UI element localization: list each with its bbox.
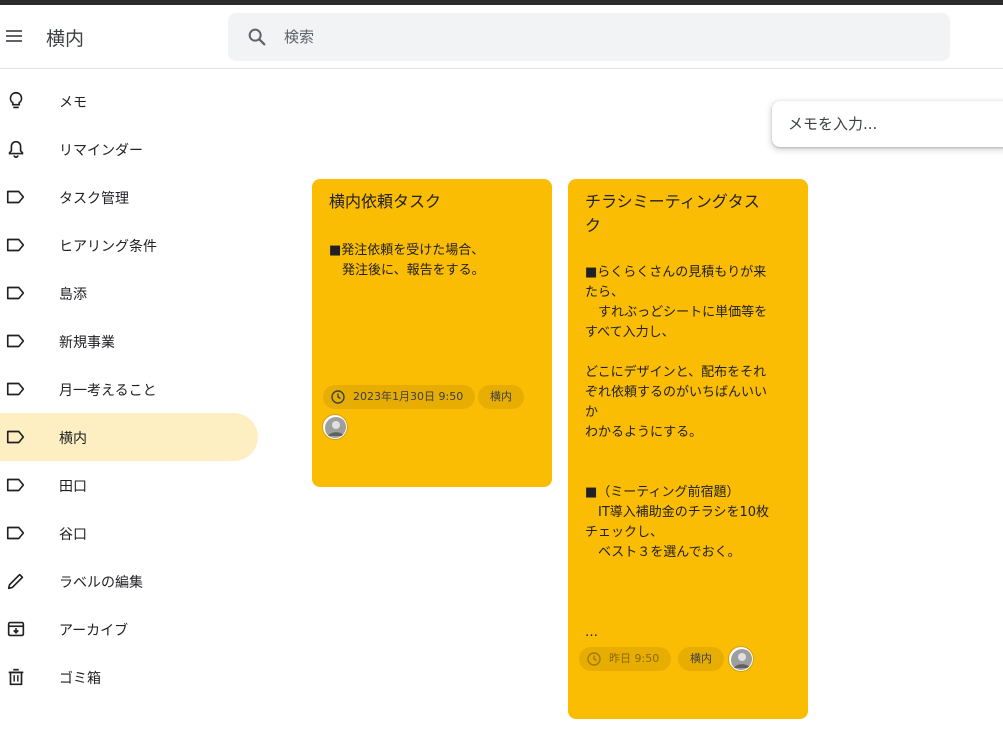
menu-icon-bar: [6, 35, 22, 37]
sidebar-item-archive[interactable]: アーカイブ: [0, 605, 258, 653]
avatar-image: [731, 649, 752, 670]
take-note-input[interactable]: [788, 111, 988, 137]
sidebar-item-new-business[interactable]: 新規事業: [0, 317, 258, 365]
reminder-chip[interactable]: 2023年1月30日 9:50: [323, 385, 476, 409]
sidebar-item-memo[interactable]: メモ: [0, 77, 258, 125]
label-icon: [6, 526, 25, 540]
note-card[interactable]: 横内依頼タスク ■発注依頼を受けた場合、 発注後に、報告をする。 2023年1月…: [312, 179, 552, 487]
sidebar-item-label: ラベルの編集: [59, 575, 143, 591]
trash-icon: [8, 668, 24, 686]
search-icon[interactable]: [246, 26, 268, 48]
bell-icon: [8, 140, 24, 159]
note-title-line: ク: [585, 216, 602, 235]
sidebar-item-yokouchi[interactable]: 横内: [0, 413, 258, 461]
reminder-chip[interactable]: 昨日 9:50: [579, 647, 672, 671]
label-icon: [6, 238, 25, 252]
label-icon: [6, 382, 25, 396]
label-chip[interactable]: 横内: [678, 647, 724, 671]
lightbulb-icon: [9, 91, 23, 109]
page-title: 横内: [46, 28, 85, 50]
reminder-text: 2023年1月30日 9:50: [353, 390, 464, 403]
main-menu-button[interactable]: [4, 23, 26, 49]
sidebar-item-label: 横内: [59, 431, 87, 447]
label-icon: [6, 334, 25, 348]
sidebar-item-label: 新規事業: [59, 335, 115, 351]
sidebar-item-label: ヒアリング条件: [59, 239, 157, 255]
search-bar[interactable]: [228, 13, 950, 61]
sidebar-item-reminders[interactable]: リマインダー: [0, 125, 258, 173]
note-title: チラシミーティングタス ク: [585, 190, 760, 238]
sidebar-item-trash[interactable]: ゴミ箱: [0, 653, 258, 701]
pencil-icon: [7, 573, 24, 590]
label-icon: [6, 478, 25, 492]
sidebar-item-label: アーカイブ: [59, 623, 129, 639]
sidebar-item-taniguchi[interactable]: 谷口: [0, 509, 258, 557]
label-icon: [6, 190, 25, 204]
archive-icon: [7, 621, 25, 637]
sidebar-item-monthly-thoughts[interactable]: 月一考えること: [0, 365, 258, 413]
sidebar-item-taguchi[interactable]: 田口: [0, 461, 258, 509]
sidebar-item-edit-labels[interactable]: ラベルの編集: [0, 557, 258, 605]
sidebar-item-shimazoe[interactable]: 島添: [0, 269, 258, 317]
sidebar-item-label: タスク管理: [59, 191, 129, 207]
label-chip[interactable]: 横内: [478, 385, 524, 409]
clock-icon: [587, 652, 601, 666]
sidebar-item-label: メモ: [59, 95, 87, 111]
note-title-line: チラシミーティングタス: [585, 192, 760, 211]
take-note-bar[interactable]: [772, 101, 1003, 147]
collaborator-avatar[interactable]: [323, 415, 347, 439]
menu-icon-bar: [6, 40, 22, 42]
sidebar-item-label: 島添: [59, 287, 87, 303]
note-body: ■発注依頼を受けた場合、 発注後に、報告をする。: [329, 243, 485, 278]
sidebar-item-label: リマインダー: [59, 143, 143, 159]
label-icon: [6, 286, 25, 300]
note-body: ■らくらくさんの見積もりが来 たら、 すれぶっどシートに単価等を すべて入力し、…: [585, 265, 770, 640]
note-title: 横内依頼タスク: [329, 192, 442, 211]
label-icon: [6, 430, 25, 444]
sidebar-item-label: ゴミ箱: [59, 671, 101, 687]
sidebar-item-task-management[interactable]: タスク管理: [0, 173, 258, 221]
note-card[interactable]: チラシミーティングタス ク ■らくらくさんの見積もりが来 たら、 すれぶっどシー…: [568, 179, 808, 719]
reminder-text: 昨日 9:50: [609, 652, 660, 665]
sidebar-item-label: 谷口: [59, 527, 87, 543]
sidebar: メモ リマインダー タスク管理 ヒアリング条件 島添 新規事業 月一考えること …: [0, 77, 260, 701]
sidebar-item-label: 田口: [59, 479, 87, 495]
app-header: 横内: [0, 5, 1003, 69]
search-input[interactable]: [284, 19, 924, 55]
menu-icon-bar: [6, 30, 22, 32]
clock-icon: [331, 390, 345, 404]
sidebar-item-hearing-conditions[interactable]: ヒアリング条件: [0, 221, 258, 269]
sidebar-item-label: 月一考えること: [59, 383, 157, 399]
avatar-image: [325, 417, 346, 438]
collaborator-avatar[interactable]: [729, 647, 753, 671]
